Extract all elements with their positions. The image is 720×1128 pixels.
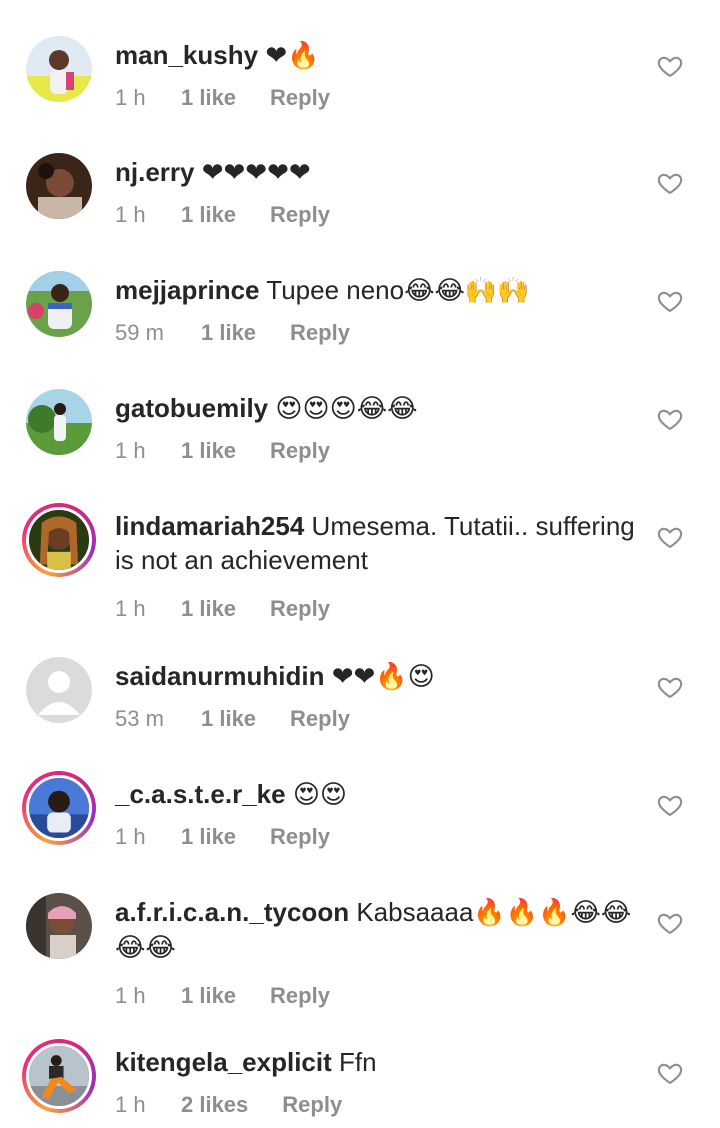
comment-meta: 1 h 1 like Reply <box>115 594 645 624</box>
heart-outline-icon <box>657 291 683 313</box>
like-button[interactable] <box>656 1059 684 1087</box>
like-button[interactable] <box>656 523 684 551</box>
comment-time: 1 h <box>115 596 146 621</box>
comment-meta: 53 m 1 like Reply <box>115 704 645 734</box>
comment-emoji: ❤❤❤❤❤ <box>201 158 311 188</box>
comment-username[interactable]: saidanurmuhidin <box>115 661 324 691</box>
comment-emoji: 😍😍😍😂😂 <box>275 394 418 424</box>
comment-username[interactable]: a.f.r.i.c.a.n._tycoon <box>115 897 349 927</box>
avatar[interactable] <box>22 1039 96 1113</box>
comment-time: 1 h <box>115 983 146 1008</box>
comment-meta: 1 h 1 like Reply <box>115 200 645 230</box>
comment-likes[interactable]: 1 like <box>181 594 236 624</box>
reply-button[interactable]: Reply <box>270 594 330 624</box>
heart-outline-icon <box>657 1063 683 1085</box>
avatar[interactable] <box>26 389 92 455</box>
like-button[interactable] <box>656 791 684 819</box>
comment-username[interactable]: mejjaprince <box>115 275 260 305</box>
reply-button[interactable]: Reply <box>270 83 330 113</box>
comment-emoji: 😂😂🙌🙌 <box>404 276 530 306</box>
comment-username[interactable]: nj.erry <box>115 157 195 187</box>
comment-emoji: 😍😍 <box>292 780 348 810</box>
avatar[interactable] <box>26 271 92 337</box>
reply-button[interactable]: Reply <box>290 704 350 734</box>
like-button[interactable] <box>656 169 684 197</box>
comment-time: 59 m <box>115 320 164 345</box>
comment-body: kitengela_explicit Ffn 1 h 2 likes Reply <box>115 1045 645 1120</box>
heart-outline-icon <box>657 527 683 549</box>
comment-likes[interactable]: 1 like <box>181 436 236 466</box>
heart-outline-icon <box>657 913 683 935</box>
comment-username[interactable]: lindamariah254 <box>115 511 304 541</box>
reply-button[interactable]: Reply <box>270 822 330 852</box>
avatar[interactable] <box>22 503 96 577</box>
like-button[interactable] <box>656 673 684 701</box>
comment-body: man_kushy ❤🔥 1 h 1 like Reply <box>115 38 645 113</box>
heart-outline-icon <box>657 409 683 431</box>
comment-username[interactable]: _c.a.s.t.e.r_ke <box>115 779 286 809</box>
comment-likes[interactable]: 2 likes <box>181 1090 248 1120</box>
reply-button[interactable]: Reply <box>270 981 330 1011</box>
like-button[interactable] <box>656 405 684 433</box>
comment-text: Ffn <box>339 1047 377 1077</box>
heart-outline-icon <box>657 56 683 78</box>
comment-time: 1 h <box>115 85 146 110</box>
comment-meta: 1 h 2 likes Reply <box>115 1090 645 1120</box>
like-button[interactable] <box>656 909 684 937</box>
comment-likes[interactable]: 1 like <box>181 981 236 1011</box>
comment-meta: 1 h 1 like Reply <box>115 436 645 466</box>
heart-outline-icon <box>657 677 683 699</box>
avatar[interactable] <box>26 893 92 959</box>
avatar[interactable] <box>26 657 92 723</box>
comment-time: 1 h <box>115 202 146 227</box>
comment-body: saidanurmuhidin ❤❤🔥😍 53 m 1 like Reply <box>115 659 645 734</box>
comment-body: nj.erry ❤❤❤❤❤ 1 h 1 like Reply <box>115 155 645 230</box>
reply-button[interactable]: Reply <box>270 436 330 466</box>
comment-meta: 1 h 1 like Reply <box>115 822 645 852</box>
comment-time: 1 h <box>115 824 146 849</box>
comment-likes[interactable]: 1 like <box>181 822 236 852</box>
reply-button[interactable]: Reply <box>270 200 330 230</box>
comment-body: mejjaprince Tupee neno😂😂🙌🙌 59 m 1 like R… <box>115 273 645 348</box>
comment-time: 1 h <box>115 438 146 463</box>
comment-likes[interactable]: 1 like <box>201 318 256 348</box>
heart-outline-icon <box>657 173 683 195</box>
avatar[interactable] <box>22 771 96 845</box>
like-button[interactable] <box>656 287 684 315</box>
comment-emoji: ❤❤🔥😍 <box>331 662 435 692</box>
reply-button[interactable]: Reply <box>290 318 350 348</box>
comment-time: 1 h <box>115 1092 146 1117</box>
comment-meta: 1 h 1 like Reply <box>115 83 645 113</box>
comment-body: lindamariah254 Umesema. Tutatii.. suffer… <box>115 509 645 624</box>
comment-meta: 59 m 1 like Reply <box>115 318 645 348</box>
comment-username[interactable]: man_kushy <box>115 40 258 70</box>
comment-text: Kabsaaaa <box>356 897 474 927</box>
like-button[interactable] <box>656 52 684 80</box>
comment-username[interactable]: kitengela_explicit <box>115 1047 332 1077</box>
comment-body: _c.a.s.t.e.r_ke 😍😍 1 h 1 like Reply <box>115 777 645 852</box>
comment-meta: 1 h 1 like Reply <box>115 981 645 1011</box>
comment-username[interactable]: gatobuemily <box>115 393 268 423</box>
comment-likes[interactable]: 1 like <box>181 83 236 113</box>
heart-outline-icon <box>657 795 683 817</box>
comment-body: a.f.r.i.c.a.n._tycoon Kabsaaaa🔥🔥🔥😂😂😂😂 1 … <box>115 895 645 1011</box>
comment-time: 53 m <box>115 706 164 731</box>
comment-body: gatobuemily 😍😍😍😂😂 1 h 1 like Reply <box>115 391 645 466</box>
comments-list: man_kushy ❤🔥 1 h 1 like Reply nj.erry ❤❤… <box>0 0 720 1128</box>
comment-likes[interactable]: 1 like <box>181 200 236 230</box>
avatar[interactable] <box>26 36 92 102</box>
avatar[interactable] <box>26 153 92 219</box>
comment-text: Tupee neno <box>266 275 405 305</box>
comment-emoji: ❤🔥 <box>265 41 320 71</box>
reply-button[interactable]: Reply <box>282 1090 342 1120</box>
comment-likes[interactable]: 1 like <box>201 704 256 734</box>
